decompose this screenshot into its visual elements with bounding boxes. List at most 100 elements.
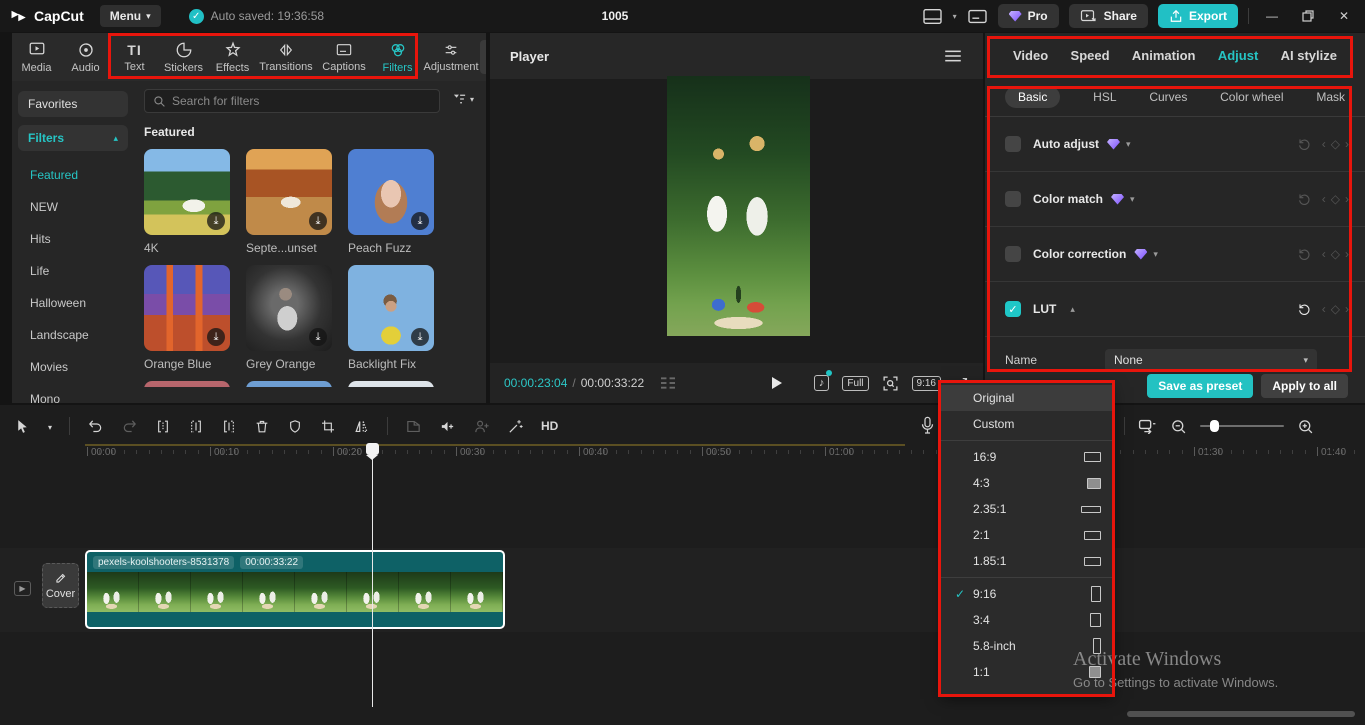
tab-captions[interactable]: Captions xyxy=(315,42,373,73)
zoom-slider-handle[interactable] xyxy=(1210,420,1219,432)
keyframe-controls[interactable]: ‹◇› xyxy=(1322,192,1349,206)
undo-icon[interactable] xyxy=(87,418,104,435)
keyframe-prev-icon[interactable]: ‹ xyxy=(1322,192,1326,206)
filter-thumbnail[interactable]: ⤓ xyxy=(246,265,332,351)
close-button[interactable]: ✕ xyxy=(1331,3,1357,29)
keyframe-prev-icon[interactable]: ‹ xyxy=(1322,302,1326,316)
sidebar-item-halloween[interactable]: Halloween xyxy=(18,287,128,319)
subtab-color-wheel[interactable]: Color wheel xyxy=(1220,90,1283,104)
tab-ai-stylize[interactable]: AI stylize xyxy=(1281,48,1337,63)
tab-audio[interactable]: Audio xyxy=(61,41,110,74)
filter-thumbnail[interactable]: ⤓ xyxy=(348,381,434,387)
list-icon[interactable] xyxy=(658,376,678,390)
apply-all-button[interactable]: Apply to all xyxy=(1261,374,1348,398)
keyframe-next-icon[interactable]: › xyxy=(1345,192,1349,206)
notes-icon[interactable] xyxy=(967,8,988,25)
filter-card[interactable]: ⤓Backlight Fix xyxy=(348,265,436,371)
auto-adjust-checkbox[interactable] xyxy=(1005,136,1021,152)
keyframe-next-icon[interactable]: › xyxy=(1345,137,1349,151)
save-preset-button[interactable]: Save as preset xyxy=(1147,374,1253,398)
tab-media[interactable]: Media xyxy=(12,41,61,74)
filter-thumbnail[interactable]: ⤓ xyxy=(246,149,332,235)
keyframe-controls[interactable]: ‹◇› xyxy=(1322,247,1349,261)
color-correction-checkbox[interactable] xyxy=(1005,246,1021,262)
tab-adjustment[interactable]: Adjustment xyxy=(422,42,480,73)
subtab-curves[interactable]: Curves xyxy=(1149,90,1187,104)
sidebar-item-landscape[interactable]: Landscape xyxy=(18,319,128,351)
tab-scroll-right-button[interactable] xyxy=(480,40,486,74)
zoom-slider[interactable] xyxy=(1200,425,1284,427)
tab-filters[interactable]: Filters xyxy=(373,41,422,74)
ratio-option-16-9[interactable]: 16:9 xyxy=(941,444,1113,470)
ratio-option-3-4[interactable]: 3:4 xyxy=(941,607,1113,633)
cover-button[interactable]: Cover xyxy=(42,563,79,608)
tab-animation[interactable]: Animation xyxy=(1132,48,1196,63)
export-button[interactable]: Export xyxy=(1158,4,1238,28)
delete-icon[interactable] xyxy=(254,418,270,435)
add-file-icon[interactable] xyxy=(405,418,422,435)
filter-thumbnail[interactable]: ⤓ xyxy=(348,265,434,351)
reset-icon[interactable] xyxy=(1296,301,1312,317)
horizontal-scrollbar[interactable] xyxy=(1127,711,1355,717)
restore-button[interactable] xyxy=(1295,3,1321,29)
delete-left-icon[interactable] xyxy=(188,418,204,435)
filter-card[interactable]: ⤓ xyxy=(348,381,436,387)
chevron-down-icon[interactable]: ▾ xyxy=(953,12,957,21)
keyframe-diamond-icon[interactable]: ◇ xyxy=(1331,247,1340,261)
chevron-down-icon[interactable]: ▾ xyxy=(1126,139,1131,150)
add-audio-icon[interactable] xyxy=(439,418,456,435)
lut-select[interactable]: None ▾ xyxy=(1105,349,1317,372)
filter-card[interactable]: ⤓Septe...unset xyxy=(246,149,334,255)
color-match-checkbox[interactable] xyxy=(1005,191,1021,207)
ratio-button[interactable]: 9:16 xyxy=(912,376,941,391)
sidebar-item-life[interactable]: Life xyxy=(18,255,128,287)
filter-card[interactable]: ⤓4K xyxy=(144,149,232,255)
ratio-option-custom[interactable]: Custom xyxy=(941,411,1113,437)
reset-icon[interactable] xyxy=(1296,246,1312,262)
full-button[interactable]: Full xyxy=(842,376,868,391)
crop-icon[interactable] xyxy=(320,418,336,435)
select-cursor-icon[interactable] xyxy=(14,418,31,435)
tab-video[interactable]: Video xyxy=(1013,48,1048,63)
chevron-down-icon[interactable]: ▾ xyxy=(1153,249,1158,260)
search-input[interactable]: Search for filters xyxy=(144,89,440,113)
ratio-option-4-3[interactable]: 4:3 xyxy=(941,470,1113,496)
tab-transitions[interactable]: Transitions xyxy=(257,42,315,73)
tiktok-export-button[interactable]: ♪ xyxy=(814,375,830,391)
ratio-option-1-85-1[interactable]: 1.85:1 xyxy=(941,548,1113,574)
track-toggle-icon[interactable]: ▶ xyxy=(14,581,31,596)
minimize-button[interactable]: — xyxy=(1259,3,1285,29)
tab-effects[interactable]: Effects xyxy=(208,41,257,74)
keyframe-prev-icon[interactable]: ‹ xyxy=(1322,247,1326,261)
keyframe-prev-icon[interactable]: ‹ xyxy=(1322,137,1326,151)
mask-icon[interactable] xyxy=(287,418,303,435)
ratio-option-original[interactable]: Original xyxy=(941,385,1113,411)
keyframe-diamond-icon[interactable]: ◇ xyxy=(1331,137,1340,151)
ratio-option-9-16[interactable]: ✓9:16 xyxy=(941,581,1113,607)
filter-thumbnail[interactable]: ⤓ xyxy=(348,149,434,235)
tab-adjust[interactable]: Adjust xyxy=(1218,48,1258,63)
ratio-option-2-35-1[interactable]: 2.35:1 xyxy=(941,496,1113,522)
keyframe-controls[interactable]: ‹◇› xyxy=(1322,302,1349,316)
filter-thumbnail[interactable]: ⤓ xyxy=(246,381,332,387)
microphone-icon[interactable] xyxy=(920,416,935,435)
pro-button[interactable]: Pro xyxy=(998,4,1059,28)
tab-speed[interactable]: Speed xyxy=(1071,48,1110,63)
sidebar-item-new[interactable]: NEW xyxy=(18,191,128,223)
sidebar-item-featured[interactable]: Featured xyxy=(18,159,128,191)
smart-tools-icon[interactable] xyxy=(507,418,524,435)
ratio-option-2-1[interactable]: 2:1 xyxy=(941,522,1113,548)
filter-thumbnail[interactable]: ⤓ xyxy=(144,265,230,351)
chevron-down-icon[interactable]: ▾ xyxy=(1130,194,1135,205)
share-button[interactable]: Share xyxy=(1069,4,1148,28)
keyframe-next-icon[interactable]: › xyxy=(1345,302,1349,316)
filter-card[interactable]: ⤓Peach Fuzz xyxy=(348,149,436,255)
hd-icon[interactable]: HD xyxy=(541,419,558,433)
add-person-icon[interactable] xyxy=(473,418,490,435)
subtab-hsl[interactable]: HSL xyxy=(1093,90,1116,104)
filter-sort-button[interactable]: ▾ xyxy=(452,92,474,106)
timeline-clip[interactable]: pexels-koolshooters-8531378 00:00:33:22 xyxy=(85,550,505,629)
filter-card[interactable]: ⤓ xyxy=(246,381,334,387)
chevron-up-icon[interactable]: ▴ xyxy=(1070,304,1075,315)
zoom-in-icon[interactable] xyxy=(1297,418,1314,435)
